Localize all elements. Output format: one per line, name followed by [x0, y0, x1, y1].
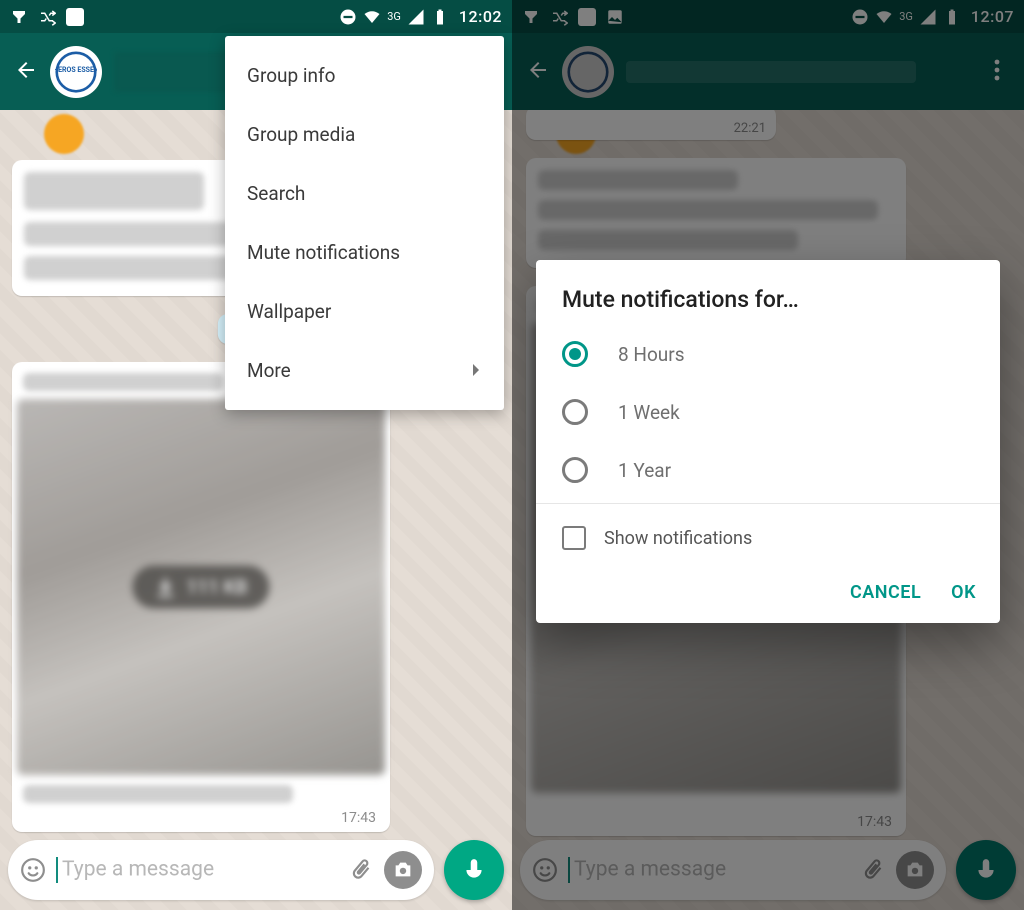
avatar-emoji-blurred [44, 114, 84, 154]
camera-button[interactable] [384, 851, 422, 889]
back-button[interactable] [526, 58, 550, 86]
app-icon [578, 8, 596, 26]
status-time: 12:07 [971, 7, 1014, 26]
message-timestamp: 22:21 [734, 121, 766, 136]
small-bubble-blurred: 22:21 [526, 106, 776, 140]
menu-wallpaper[interactable]: Wallpaper [225, 282, 504, 341]
compose-box[interactable]: Type a message [8, 840, 434, 900]
dnd-circle-icon [339, 8, 357, 26]
signal-icon [919, 8, 937, 26]
menu-group-info[interactable]: Group info [225, 46, 504, 105]
battery-icon [943, 8, 961, 26]
download-button[interactable]: 111 KB [132, 566, 269, 609]
overflow-button[interactable] [984, 48, 1010, 96]
mute-option-8-hours[interactable]: 8 Hours [536, 325, 1000, 383]
dialog-ok-button[interactable]: OK [951, 582, 976, 603]
wifi-icon [875, 8, 893, 26]
overflow-menu: Group info Group media Search Mute notif… [225, 36, 504, 410]
dialog-title: Mute notifications for… [536, 286, 1000, 325]
menu-mute-notifications[interactable]: Mute notifications [225, 223, 504, 282]
menu-search[interactable]: Search [225, 164, 504, 223]
checkbox-icon [562, 526, 586, 550]
show-notifications-checkbox[interactable]: Show notifications [536, 504, 1000, 572]
group-title-redacted[interactable] [626, 61, 916, 83]
attach-icon[interactable] [348, 857, 374, 883]
do-not-disturb-icon [522, 8, 540, 26]
message-bubble-blurred [526, 158, 906, 268]
screen-right-mute-dialog: 3G 12:07 22:21 17:43 [512, 0, 1024, 910]
group-avatar[interactable] [562, 46, 614, 98]
voice-record-button[interactable] [444, 840, 504, 900]
shuffle-icon [550, 8, 568, 26]
dnd-circle-icon [851, 8, 869, 26]
shuffle-icon [38, 8, 56, 26]
back-button[interactable] [14, 58, 38, 86]
app-icon [66, 8, 84, 26]
network-label: 3G [387, 12, 401, 21]
compose-box[interactable]: Type a message [520, 840, 946, 900]
image-icon [606, 8, 624, 26]
voice-record-button[interactable] [956, 840, 1016, 900]
message-composer: Type a message [520, 840, 1016, 900]
mute-dialog: Mute notifications for… 8 Hours 1 Week 1… [536, 260, 1000, 623]
screen-left-overflow-menu: 3G 12:02 HEROS ESSEN JANUA 111 KB [0, 0, 512, 910]
download-icon [154, 576, 176, 598]
status-time: 12:02 [459, 7, 502, 26]
radio-selected-icon [562, 341, 588, 367]
mute-option-1-week[interactable]: 1 Week [536, 383, 1000, 441]
menu-group-media[interactable]: Group media [225, 105, 504, 164]
status-bar: 3G 12:02 [0, 0, 512, 33]
attach-icon[interactable] [860, 857, 886, 883]
mute-option-1-year[interactable]: 1 Year [536, 441, 1000, 499]
wifi-icon [363, 8, 381, 26]
compose-input[interactable]: Type a message [568, 857, 850, 883]
signal-icon [407, 8, 425, 26]
emoji-icon[interactable] [20, 857, 46, 883]
network-label: 3G [899, 12, 913, 21]
dialog-cancel-button[interactable]: CANCEL [850, 582, 921, 603]
svg-text:HEROS ESSEN: HEROS ESSEN [55, 66, 97, 74]
do-not-disturb-icon [10, 8, 28, 26]
group-avatar[interactable]: HEROS ESSEN [50, 46, 102, 98]
message-timestamp: 17:43 [857, 814, 892, 830]
radio-icon [562, 457, 588, 483]
download-size: 111 KB [186, 576, 247, 599]
menu-more[interactable]: More [225, 341, 504, 400]
emoji-icon[interactable] [532, 857, 558, 883]
app-bar [512, 33, 1024, 110]
camera-button[interactable] [896, 851, 934, 889]
message-composer: Type a message [8, 840, 504, 900]
radio-icon [562, 399, 588, 425]
compose-input[interactable]: Type a message [56, 857, 338, 883]
chevron-right-icon [472, 359, 482, 382]
image-message-bubble[interactable]: 111 KB 17:43 [12, 362, 390, 832]
message-timestamp: 17:43 [341, 810, 376, 826]
status-bar: 3G 12:07 [512, 0, 1024, 33]
battery-icon [431, 8, 449, 26]
